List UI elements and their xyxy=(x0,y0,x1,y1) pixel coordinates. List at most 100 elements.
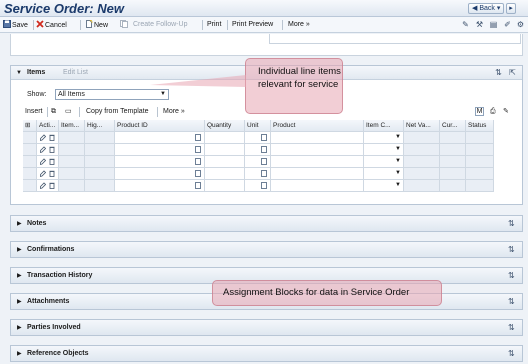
show-select[interactable]: All Items ▼ xyxy=(55,89,169,100)
expand-triangle-icon[interactable]: ▶ xyxy=(17,324,22,331)
column-header[interactable]: Unit xyxy=(245,120,271,132)
table-cell[interactable] xyxy=(245,156,271,168)
create-follow-up-button[interactable]: Create Follow-Up xyxy=(133,20,187,30)
edit-row-icon[interactable] xyxy=(40,182,46,189)
collapse-block-icon[interactable]: ⇱ xyxy=(508,68,517,77)
row-selector[interactable] xyxy=(23,168,37,180)
table-cell[interactable] xyxy=(271,156,364,168)
document-icon[interactable]: ▤ xyxy=(489,20,498,29)
assignment-block-header[interactable]: ▶Confirmations⇅ xyxy=(10,241,523,258)
table-cell[interactable] xyxy=(115,156,205,168)
help-icon[interactable]: M xyxy=(475,107,484,116)
value-help-icon[interactable] xyxy=(261,170,267,177)
table-cell[interactable] xyxy=(205,168,245,180)
column-header[interactable]: Quantity xyxy=(205,120,245,132)
table-cell[interactable] xyxy=(271,168,364,180)
new-button[interactable]: New xyxy=(85,20,108,30)
table-cell[interactable] xyxy=(115,180,205,192)
forward-button[interactable]: ▸ xyxy=(506,3,516,14)
value-help-icon[interactable] xyxy=(261,146,267,153)
row-selector[interactable] xyxy=(23,144,37,156)
delete-row-icon[interactable] xyxy=(49,182,55,189)
paste-icon[interactable]: ▭ xyxy=(65,107,72,117)
table-more-button[interactable]: More » xyxy=(163,107,185,117)
assignment-block-header[interactable]: ▶Parties Involved⇅ xyxy=(10,319,523,336)
personalize-icon[interactable]: ⇅ xyxy=(494,68,503,77)
column-header[interactable]: Item... xyxy=(59,120,85,132)
collapse-triangle-icon[interactable]: ▼ xyxy=(16,70,22,76)
table-cell[interactable] xyxy=(205,156,245,168)
edit-list-link[interactable]: Edit List xyxy=(63,69,88,76)
table-cell[interactable] xyxy=(205,180,245,192)
chevron-down-icon[interactable]: ▼ xyxy=(395,132,401,143)
chevron-down-icon[interactable]: ▼ xyxy=(395,144,401,155)
column-header[interactable]: Acti... xyxy=(37,120,59,132)
delete-row-icon[interactable] xyxy=(49,170,55,177)
value-help-icon[interactable] xyxy=(195,158,201,165)
row-selector[interactable] xyxy=(23,180,37,192)
expand-triangle-icon[interactable]: ▶ xyxy=(17,298,22,305)
edit-icon[interactable]: ✐ xyxy=(503,20,512,29)
personalize-icon[interactable]: ⇅ xyxy=(508,271,515,280)
column-header[interactable]: Net Va... xyxy=(404,120,440,132)
copy-icon[interactable]: ⧉ xyxy=(51,107,56,117)
expand-triangle-icon[interactable]: ▶ xyxy=(17,220,22,227)
personalize-icon[interactable]: ⇅ xyxy=(508,297,515,306)
personalize-icon[interactable]: ⇅ xyxy=(508,245,515,254)
cancel-button[interactable]: Cancel xyxy=(36,20,67,30)
table-cell[interactable] xyxy=(205,132,245,144)
settings-icon[interactable]: ⚙ xyxy=(516,20,525,29)
row-selector[interactable] xyxy=(23,156,37,168)
value-help-icon[interactable] xyxy=(261,134,267,141)
personalize-icon[interactable]: ⇅ xyxy=(508,323,515,332)
row-selector[interactable] xyxy=(23,132,37,144)
column-header[interactable]: Item C... xyxy=(364,120,404,132)
column-header[interactable]: Product xyxy=(271,120,364,132)
column-header[interactable]: Hig... xyxy=(85,120,115,132)
delete-row-icon[interactable] xyxy=(49,134,55,141)
chevron-down-icon[interactable]: ▼ xyxy=(395,156,401,167)
value-help-icon[interactable] xyxy=(261,158,267,165)
delete-row-icon[interactable] xyxy=(49,158,55,165)
print-preview-button[interactable]: Print Preview xyxy=(232,20,273,30)
edit-row-icon[interactable] xyxy=(40,170,46,177)
table-cell[interactable] xyxy=(271,132,364,144)
delete-row-icon[interactable] xyxy=(49,146,55,153)
tools-icon[interactable]: ⚒ xyxy=(475,20,484,29)
save-button[interactable]: Save xyxy=(3,20,28,30)
table-cell[interactable] xyxy=(245,144,271,156)
value-help-icon[interactable] xyxy=(261,182,267,189)
table-cell[interactable] xyxy=(205,144,245,156)
edit-pencil-icon[interactable]: ✎ xyxy=(503,107,509,117)
chevron-down-icon[interactable]: ▼ xyxy=(395,180,401,191)
table-cell[interactable] xyxy=(245,180,271,192)
value-help-icon[interactable] xyxy=(195,134,201,141)
copy-from-template-button[interactable]: Copy from Template xyxy=(86,107,149,117)
print-button[interactable]: Print xyxy=(207,20,221,30)
edit-row-icon[interactable] xyxy=(40,146,46,153)
chevron-down-icon[interactable]: ▼ xyxy=(395,168,401,179)
value-help-icon[interactable] xyxy=(195,182,201,189)
assignment-block-header[interactable]: ▶Reference Objects⇅ xyxy=(10,345,523,362)
table-cell[interactable] xyxy=(115,144,205,156)
edit-row-icon[interactable] xyxy=(40,158,46,165)
expand-triangle-icon[interactable]: ▶ xyxy=(17,350,22,357)
expand-triangle-icon[interactable]: ▶ xyxy=(17,272,22,279)
copy-button[interactable] xyxy=(120,20,129,30)
table-cell[interactable] xyxy=(245,132,271,144)
column-header[interactable]: Status xyxy=(466,120,494,132)
value-help-icon[interactable] xyxy=(195,170,201,177)
table-cell[interactable] xyxy=(245,168,271,180)
select-all-icon[interactable]: ⊞ xyxy=(23,120,37,132)
table-cell[interactable] xyxy=(115,168,205,180)
table-cell[interactable] xyxy=(271,144,364,156)
column-header[interactable]: Product ID xyxy=(115,120,205,132)
assignment-block-header[interactable]: ▶Notes⇅ xyxy=(10,215,523,232)
personalize-icon[interactable]: ✎ xyxy=(461,20,470,29)
insert-button[interactable]: Insert xyxy=(25,107,43,117)
personalize-icon[interactable]: ⇅ xyxy=(508,349,515,358)
edit-row-icon[interactable] xyxy=(40,134,46,141)
column-header[interactable]: Cur... xyxy=(440,120,466,132)
value-help-icon[interactable] xyxy=(195,146,201,153)
more-button[interactable]: More » xyxy=(288,20,310,30)
